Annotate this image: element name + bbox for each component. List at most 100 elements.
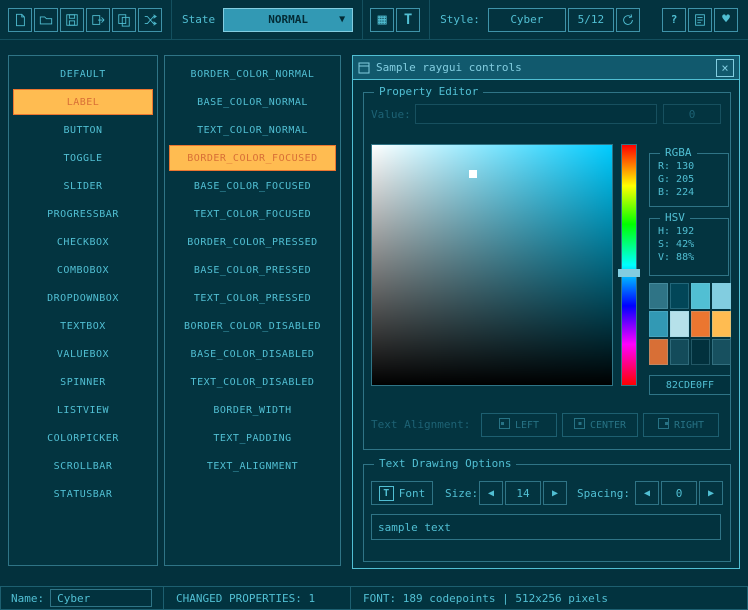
value-input[interactable] <box>415 104 657 124</box>
controls-list-item[interactable]: DEFAULT <box>13 61 153 87</box>
controls-list-item[interactable]: DROPDOWNBOX <box>13 285 153 311</box>
sponsor-button[interactable]: ♥ <box>714 8 738 32</box>
random-style-button[interactable] <box>138 8 162 32</box>
palette-swatch[interactable] <box>670 339 689 365</box>
controls-list-items: DEFAULTLABELBUTTONTOGGLESLIDERPROGRESSBA… <box>9 61 157 507</box>
state-dropdown-value: NORMAL <box>268 13 308 26</box>
open-file-button[interactable] <box>34 8 58 32</box>
spacing-label: Spacing: <box>577 487 630 500</box>
palette-swatch[interactable] <box>691 339 710 365</box>
properties-list-item[interactable]: BORDER_COLOR_FOCUSED <box>169 145 336 171</box>
properties-list-item[interactable]: TEXT_ALIGNMENT <box>169 453 336 479</box>
controls-list-item[interactable]: TEXTBOX <box>13 313 153 339</box>
font-atlas-button[interactable]: ▦ <box>370 8 394 32</box>
font-button-label: Font <box>399 487 426 500</box>
sample-text-input[interactable]: sample text <box>371 514 721 540</box>
hue-slider[interactable] <box>621 144 637 386</box>
properties-list-item[interactable]: BORDER_COLOR_DISABLED <box>169 313 336 339</box>
align-button-label: RIGHT <box>674 420 704 431</box>
properties-list-item[interactable]: BORDER_COLOR_NORMAL <box>169 61 336 87</box>
hex-color-input[interactable]: 82CDE0FF <box>649 375 731 395</box>
style-name-input[interactable]: Cyber <box>50 589 152 607</box>
palette-swatch[interactable] <box>649 283 668 309</box>
hue-slider-handle[interactable] <box>618 269 640 277</box>
properties-list-item[interactable]: TEXT_COLOR_NORMAL <box>169 117 336 143</box>
about-button[interactable] <box>688 8 712 32</box>
palette-swatch[interactable] <box>670 311 689 337</box>
properties-list-item[interactable]: TEXT_COLOR_PRESSED <box>169 285 336 311</box>
text-mode-button[interactable]: T <box>396 8 420 32</box>
spacing-increase-button[interactable]: ▶ <box>699 481 723 505</box>
palette-swatch[interactable] <box>649 311 668 337</box>
style-color-palette <box>649 283 731 365</box>
palette-swatch[interactable] <box>691 311 710 337</box>
text-drawing-options-label: Text Drawing Options <box>374 457 516 470</box>
controls-list-item[interactable]: COMBOBOX <box>13 257 153 283</box>
state-dropdown[interactable]: NORMAL ▼ <box>223 8 353 32</box>
style-name-button[interactable]: Cyber <box>488 8 566 32</box>
right-arrow-icon: ▶ <box>552 488 558 499</box>
font-t-icon: T <box>379 486 394 501</box>
save-file-button[interactable] <box>60 8 84 32</box>
hsv-values: H: 192S: 42%V: 88% <box>650 225 728 264</box>
properties-list-item[interactable]: TEXT_COLOR_FOCUSED <box>169 201 336 227</box>
new-file-button[interactable] <box>8 8 32 32</box>
duplicate-style-button[interactable] <box>112 8 136 32</box>
properties-list-item[interactable]: BORDER_COLOR_PRESSED <box>169 229 336 255</box>
spacing-value-box[interactable]: 0 <box>661 481 697 505</box>
reload-style-button[interactable] <box>616 8 640 32</box>
rgba-label: RGBA <box>660 146 697 159</box>
palette-swatch[interactable] <box>712 311 731 337</box>
palette-swatch[interactable] <box>670 283 689 309</box>
window-titlebar[interactable]: Sample raygui controls × <box>353 56 739 80</box>
size-increase-button[interactable]: ▶ <box>543 481 567 505</box>
name-label: Name: <box>11 592 44 605</box>
properties-list-item[interactable]: BASE_COLOR_PRESSED <box>169 257 336 283</box>
properties-list-item[interactable]: BORDER_WIDTH <box>169 397 336 423</box>
controls-list-item[interactable]: SCROLLBAR <box>13 453 153 479</box>
properties-list-item[interactable]: BASE_COLOR_FOCUSED <box>169 173 336 199</box>
palette-swatch[interactable] <box>712 283 731 309</box>
controls-list-item[interactable]: SLIDER <box>13 173 153 199</box>
hsv-group: HSV H: 192S: 42%V: 88% <box>649 218 729 276</box>
grid-icon: ▦ <box>378 12 387 27</box>
export-style-button[interactable] <box>86 8 110 32</box>
palette-swatch[interactable] <box>649 339 668 365</box>
controls-list-item[interactable]: CHECKBOX <box>13 229 153 255</box>
load-font-button[interactable]: T Font <box>371 481 433 505</box>
size-decrease-button[interactable]: ◀ <box>479 481 503 505</box>
controls-list-item[interactable]: STATUSBAR <box>13 481 153 507</box>
controls-list-item[interactable]: BUTTON <box>13 117 153 143</box>
properties-list-item[interactable]: TEXT_COLOR_DISABLED <box>169 369 336 395</box>
color-cursor[interactable] <box>469 170 477 178</box>
align-center-button[interactable]: CENTER <box>562 413 638 437</box>
window-title: Sample raygui controls <box>376 61 522 74</box>
text-alignment-buttons: LEFTCENTER RIGHT <box>481 413 719 437</box>
help-button[interactable]: ? <box>662 8 686 32</box>
properties-list-item[interactable]: TEXT_PADDING <box>169 425 336 451</box>
controls-list-item[interactable]: LISTVIEW <box>13 397 153 423</box>
value-spinner[interactable]: 0 <box>663 104 721 124</box>
controls-list-item[interactable]: PROGRESSBAR <box>13 201 153 227</box>
color-saturation-value-panel[interactable] <box>371 144 613 386</box>
controls-list-item[interactable]: LABEL <box>13 89 153 115</box>
rguistyler-app: State NORMAL ▼ ▦ T Style: Cyber 5/12 ? ♥ <box>0 0 748 610</box>
rgba-values: R: 130G: 205B: 224 <box>650 160 728 199</box>
properties-list-item[interactable]: BASE_COLOR_DISABLED <box>169 341 336 367</box>
palette-swatch[interactable] <box>691 283 710 309</box>
style-index-button[interactable]: 5/12 <box>568 8 614 32</box>
properties-list-item[interactable]: BASE_COLOR_NORMAL <box>169 89 336 115</box>
chevron-down-icon: ▼ <box>339 14 345 25</box>
window-icon <box>358 62 370 74</box>
align-left-button[interactable]: LEFT <box>481 413 557 437</box>
size-value-box[interactable]: 14 <box>505 481 541 505</box>
close-button[interactable]: × <box>716 59 734 77</box>
controls-list-item[interactable]: TOGGLE <box>13 145 153 171</box>
palette-swatch[interactable] <box>712 339 731 365</box>
controls-list-item[interactable]: SPINNER <box>13 369 153 395</box>
align-right-button[interactable]: RIGHT <box>643 413 719 437</box>
controls-list-item[interactable]: VALUEBOX <box>13 341 153 367</box>
controls-list-item[interactable]: COLORPICKER <box>13 425 153 451</box>
spacing-decrease-button[interactable]: ◀ <box>635 481 659 505</box>
font-info-status: FONT: 189 codepoints | 512x256 pixels <box>350 586 748 610</box>
